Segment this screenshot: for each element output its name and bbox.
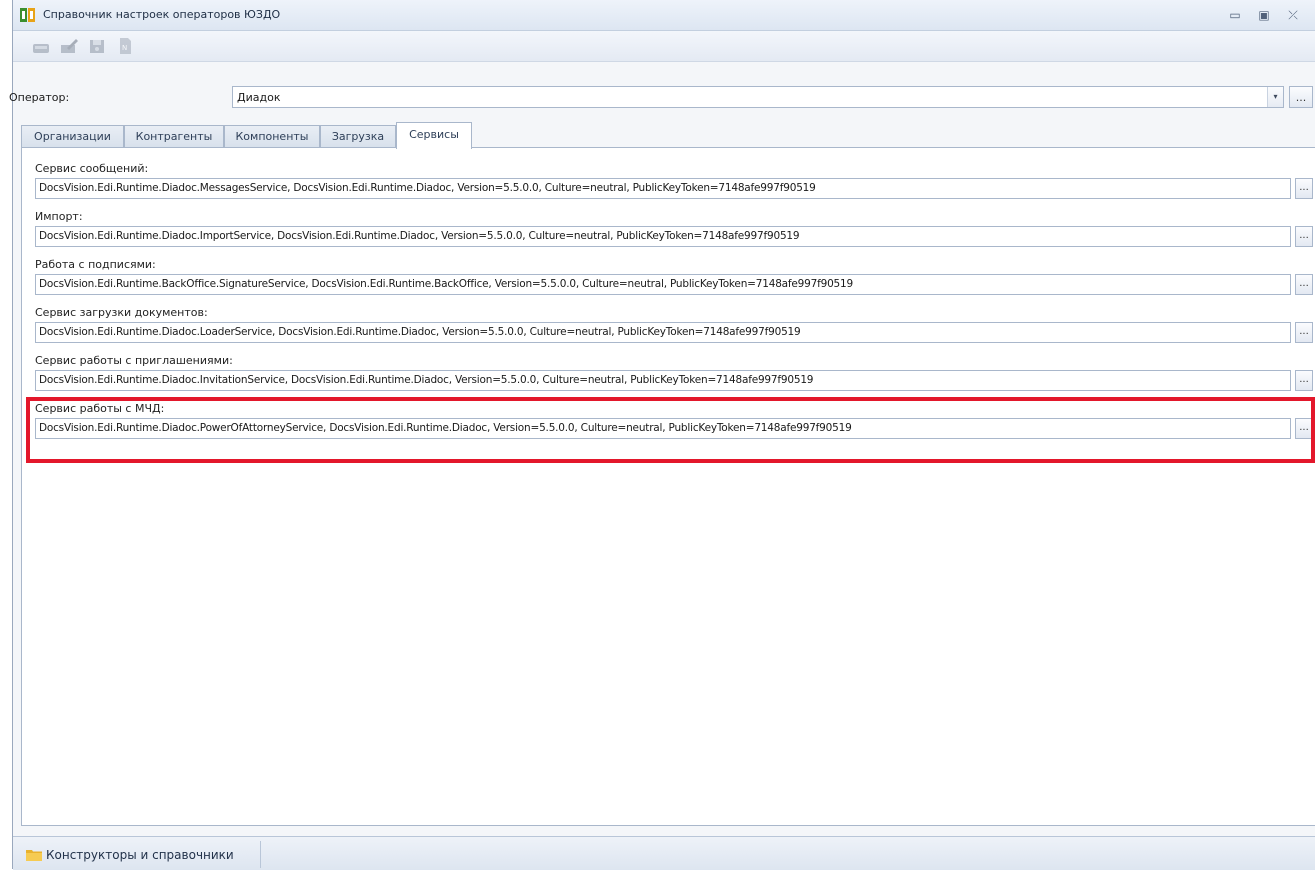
service-label: Сервис работы с МЧД: xyxy=(35,402,165,415)
designers-and-directories-button[interactable]: Конструкторы и справочники xyxy=(18,841,261,868)
toolbar: N xyxy=(13,31,1315,62)
close-button[interactable]: ⤫ xyxy=(1285,7,1301,23)
service-input[interactable]: DocsVision.Edi.Runtime.Diadoc.PowerOfAtt… xyxy=(35,418,1291,439)
open-icon[interactable] xyxy=(31,36,51,56)
service-browse-button[interactable]: ... xyxy=(1295,178,1313,199)
window-title: Справочник настроек операторов ЮЗДО xyxy=(43,8,281,21)
tab-strip: Организации Контрагенты Компоненты Загру… xyxy=(13,122,1315,149)
service-input[interactable]: DocsVision.Edi.Runtime.Diadoc.LoaderServ… xyxy=(35,322,1291,343)
maximize-button[interactable]: ▣ xyxy=(1256,7,1272,23)
service-browse-button[interactable]: ... xyxy=(1295,226,1313,247)
status-bar: Конструкторы и справочники xyxy=(13,836,1315,870)
service-value: DocsVision.Edi.Runtime.Diadoc.LoaderServ… xyxy=(39,326,801,338)
designers-and-directories-label: Конструкторы и справочники xyxy=(46,848,234,862)
minimize-button[interactable]: ▭ xyxy=(1227,7,1243,23)
service-label: Работа с подписями: xyxy=(35,258,156,271)
service-label: Сервис загрузки документов: xyxy=(35,306,208,319)
service-value: DocsVision.Edi.Runtime.Diadoc.ImportServ… xyxy=(39,230,800,242)
folder-icon xyxy=(26,850,42,861)
service-import: Импорт: DocsVision.Edi.Runtime.Diadoc.Im… xyxy=(27,210,1315,258)
service-signatures: Работа с подписями: DocsVision.Edi.Runti… xyxy=(27,258,1315,306)
service-value: DocsVision.Edi.Runtime.Diadoc.PowerOfAtt… xyxy=(39,422,852,434)
service-input[interactable]: DocsVision.Edi.Runtime.Diadoc.Invitation… xyxy=(35,370,1291,391)
edit-icon[interactable] xyxy=(59,36,79,56)
operator-select[interactable]: Диадок ▾ xyxy=(232,86,1284,108)
settings-window: Справочник настроек операторов ЮЗДО ▭ ▣ … xyxy=(9,0,1315,870)
save-icon[interactable] xyxy=(87,36,107,56)
service-loader: Сервис загрузки документов: DocsVision.E… xyxy=(27,306,1315,354)
document-icon[interactable]: N xyxy=(115,36,135,56)
tab-services[interactable]: Сервисы xyxy=(396,122,472,149)
service-input[interactable]: DocsVision.Edi.Runtime.BackOffice.Signat… xyxy=(35,274,1291,295)
service-messages: Сервис сообщений: DocsVision.Edi.Runtime… xyxy=(27,162,1315,210)
service-browse-button[interactable]: ... xyxy=(1295,418,1313,439)
operator-browse-button[interactable]: ... xyxy=(1289,86,1313,108)
tab-organizations[interactable]: Организации xyxy=(21,125,124,147)
service-power-of-attorney: Сервис работы с МЧД: DocsVision.Edi.Runt… xyxy=(27,402,1315,450)
service-label: Сервис работы с приглашениями: xyxy=(35,354,233,367)
service-value: DocsVision.Edi.Runtime.BackOffice.Signat… xyxy=(39,278,853,290)
service-label: Сервис сообщений: xyxy=(35,162,149,175)
service-input[interactable]: DocsVision.Edi.Runtime.Diadoc.MessagesSe… xyxy=(35,178,1291,199)
title-bar: Справочник настроек операторов ЮЗДО ▭ ▣ … xyxy=(13,0,1315,31)
operator-label: Оператор: xyxy=(9,91,70,104)
services-panel: Сервис сообщений: DocsVision.Edi.Runtime… xyxy=(21,147,1315,826)
service-input[interactable]: DocsVision.Edi.Runtime.Diadoc.ImportServ… xyxy=(35,226,1291,247)
tab-loading[interactable]: Загрузка xyxy=(320,125,396,147)
app-icon xyxy=(20,8,35,22)
service-browse-button[interactable]: ... xyxy=(1295,322,1313,343)
service-value: DocsVision.Edi.Runtime.Diadoc.MessagesSe… xyxy=(39,182,816,194)
service-browse-button[interactable]: ... xyxy=(1295,274,1313,295)
operator-value: Диадок xyxy=(237,91,281,104)
operator-row: Оператор: Диадок ▾ ... xyxy=(9,86,1315,112)
tab-counterparties[interactable]: Контрагенты xyxy=(124,125,224,147)
tab-components[interactable]: Компоненты xyxy=(224,125,320,147)
service-invitations: Сервис работы с приглашениями: DocsVisio… xyxy=(27,354,1315,402)
service-browse-button[interactable]: ... xyxy=(1295,370,1313,391)
svg-text:N: N xyxy=(122,44,127,52)
service-value: DocsVision.Edi.Runtime.Diadoc.Invitation… xyxy=(39,374,814,386)
chevron-down-icon[interactable]: ▾ xyxy=(1267,87,1283,107)
service-label: Импорт: xyxy=(35,210,83,223)
